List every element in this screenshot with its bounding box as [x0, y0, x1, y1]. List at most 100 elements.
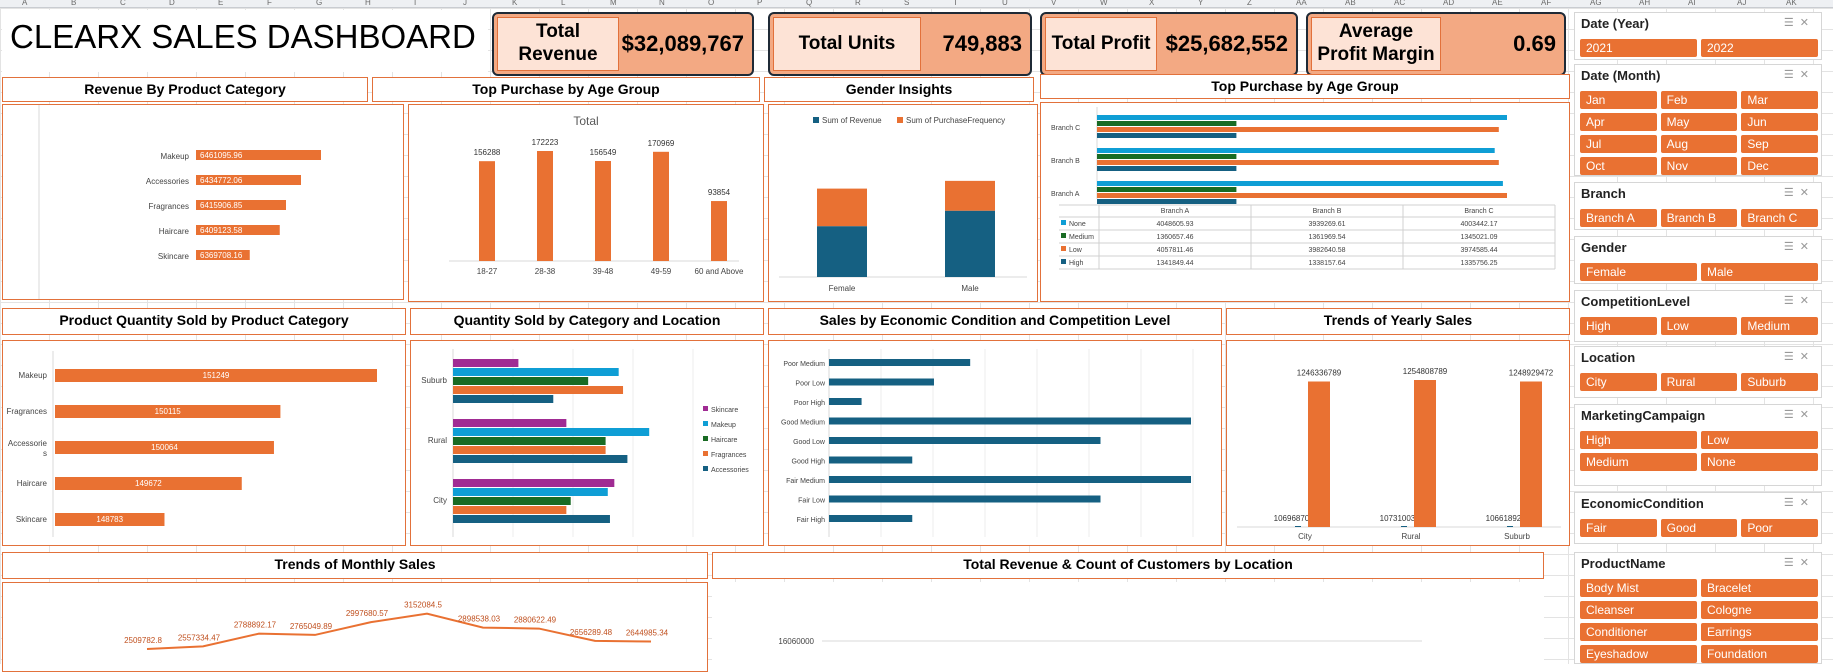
column-letter: E: [218, 0, 224, 7]
slicer-button[interactable]: Medium: [1741, 317, 1818, 335]
slicer-button[interactable]: May: [1660, 113, 1738, 131]
slicer-button[interactable]: Low: [1660, 317, 1738, 335]
qty-bar: [453, 437, 606, 445]
slicer-clear-filter-icon[interactable]: ☰✕: [1784, 350, 1815, 363]
slicer-clear-filter-icon[interactable]: ☰✕: [1784, 68, 1815, 81]
legend-label: Fragrances: [711, 452, 747, 459]
slicer-button[interactable]: Medium: [1580, 453, 1697, 471]
slicer-button[interactable]: Branch B: [1660, 209, 1738, 227]
location-label: Rural: [428, 436, 447, 445]
table-cell: 1345021.09: [1461, 234, 1498, 241]
slicer-clear-filter-icon[interactable]: ☰✕: [1784, 408, 1815, 421]
slicer-button[interactable]: Female: [1580, 263, 1697, 281]
header-qty-by-category: Product Quantity Sold by Product Categor…: [2, 308, 406, 335]
qty-bar: [453, 488, 608, 496]
category-label: s: [43, 449, 47, 458]
slicer-button[interactable]: Body Mist: [1580, 579, 1697, 597]
location-label: City: [433, 496, 447, 505]
point-value-label: 2765049.89: [290, 622, 333, 631]
slicer-button[interactable]: Aug: [1660, 135, 1738, 153]
slicer-button[interactable]: High: [1580, 431, 1697, 449]
slicer-button[interactable]: Male: [1701, 263, 1818, 281]
slicer-date-year-: Date (Year) ☰✕ 2021 2022: [1574, 12, 1822, 60]
table-cell: 1361969.54: [1309, 234, 1346, 241]
kpi-avg-margin: Average Profit Margin 0.69: [1306, 12, 1566, 76]
revenue-bar: [817, 226, 867, 277]
slicer-clear-filter-icon[interactable]: ☰✕: [1784, 240, 1815, 253]
age-bar: [653, 151, 669, 261]
slicer-button[interactable]: Bracelet: [1701, 579, 1818, 597]
column-letter: AK: [1786, 0, 1797, 7]
slicer-button[interactable]: Eyeshadow: [1580, 645, 1697, 663]
slicer-button[interactable]: Jul: [1580, 135, 1657, 153]
slicer-button[interactable]: Sep: [1741, 135, 1818, 153]
dashboard-title: CLEARX SALES DASHBOARD: [2, 10, 488, 72]
slicer-button[interactable]: Rural: [1660, 373, 1738, 391]
slicer-title: CompetitionLevel: [1581, 294, 1691, 309]
chart-qty-by-category: Makeup 151249 Fragrances 150115 Accessorie s 1…: [2, 340, 406, 546]
slicer-button[interactable]: City: [1580, 373, 1657, 391]
bar-value-label: 156288: [474, 148, 501, 157]
slicer-button[interactable]: Foundation: [1701, 645, 1818, 663]
slicer-button[interactable]: Fair: [1580, 519, 1657, 537]
qty-location-svg: Suburb Rural City Skincare Makeup Haircare Fra…: [421, 349, 749, 537]
slicer-button[interactable]: Branch A: [1580, 209, 1657, 227]
slicer-clear-filter-icon[interactable]: ☰✕: [1784, 16, 1815, 29]
economic-bar: [829, 515, 913, 522]
slicer-title: ProductName: [1581, 556, 1666, 571]
slicer-button[interactable]: Conditioner: [1580, 623, 1697, 641]
kpi-total-revenue: Total Revenue $32,089,767: [492, 12, 754, 76]
category-label: Makeup: [161, 152, 190, 161]
age-group-svg: Total 156288 18-27 172223 28-38 156549 39-48 17…: [449, 114, 744, 276]
table-swatch: [1061, 259, 1066, 264]
age-bar: [595, 161, 611, 261]
row-label: Medium: [1069, 234, 1094, 241]
slicer-title: Gender: [1581, 240, 1627, 255]
slicer-button[interactable]: Low: [1701, 431, 1818, 449]
slicer-clear-filter-icon[interactable]: ☰✕: [1784, 556, 1815, 569]
slicer-button[interactable]: Jan: [1580, 91, 1657, 109]
header-qty-by-location: Quantity Sold by Category and Location: [410, 308, 764, 335]
column-letter: T: [953, 0, 958, 7]
slicer-button[interactable]: 2021: [1580, 39, 1697, 57]
slicer-clear-filter-icon[interactable]: ☰✕: [1784, 294, 1815, 307]
gender-svg: Sum of Revenue Sum of PurchaseFrequency Fe…: [779, 116, 1027, 293]
slicer-date-month-: Date (Month) ☰✕ Jan Feb Mar Apr May Jun Jul Aug Se…: [1574, 64, 1822, 176]
slicer-button[interactable]: Good: [1660, 519, 1738, 537]
bar-value-label: 149672: [135, 479, 162, 488]
kpi-total-profit: Total Profit $25,682,552: [1040, 12, 1298, 76]
column-letter: S: [904, 0, 910, 7]
slicer-button[interactable]: Nov: [1660, 157, 1738, 175]
slicer-button[interactable]: Jun: [1741, 113, 1818, 131]
row-label: Low: [1069, 247, 1083, 254]
economic-bar: [829, 417, 1191, 425]
qty-bar: [453, 428, 650, 436]
column-letter: AD: [1443, 0, 1455, 7]
slicer-button[interactable]: Branch C: [1741, 209, 1818, 227]
slicer-button[interactable]: Earrings: [1701, 623, 1818, 641]
slicer-button[interactable]: 2022: [1701, 39, 1818, 57]
category-label: Skincare: [16, 515, 48, 524]
slicer-clear-filter-icon[interactable]: ☰✕: [1784, 186, 1815, 199]
qty-bar: [453, 515, 610, 523]
economic-label: Poor Low: [795, 381, 826, 388]
slicer-marketingcampaign: MarketingCampaign ☰✕ High Low Medium None: [1574, 404, 1822, 486]
slicer-button[interactable]: Oct: [1580, 157, 1657, 175]
bar-value-label: 148783: [96, 515, 123, 524]
slicer-clear-filter-icon[interactable]: ☰✕: [1784, 496, 1815, 509]
age-bar: [711, 201, 727, 261]
slicer-button[interactable]: Cleanser: [1580, 601, 1697, 619]
slicer-button[interactable]: Cologne: [1701, 601, 1818, 619]
slicer-button[interactable]: Feb: [1660, 91, 1738, 109]
slicer-button[interactable]: Mar: [1741, 91, 1818, 109]
slicer-button[interactable]: Suburb: [1741, 373, 1818, 391]
slicer-button[interactable]: Apr: [1580, 113, 1657, 131]
slicer-button[interactable]: High: [1580, 317, 1657, 335]
slicer-title: Location: [1581, 350, 1636, 365]
slicer-button[interactable]: Dec: [1741, 157, 1818, 175]
column-letter: AI: [1688, 0, 1696, 7]
column-letter: AH: [1639, 0, 1651, 7]
slicer-button[interactable]: Poor: [1741, 519, 1818, 537]
slicer-button[interactable]: None: [1701, 453, 1818, 471]
table-header: Branch A: [1161, 208, 1190, 215]
